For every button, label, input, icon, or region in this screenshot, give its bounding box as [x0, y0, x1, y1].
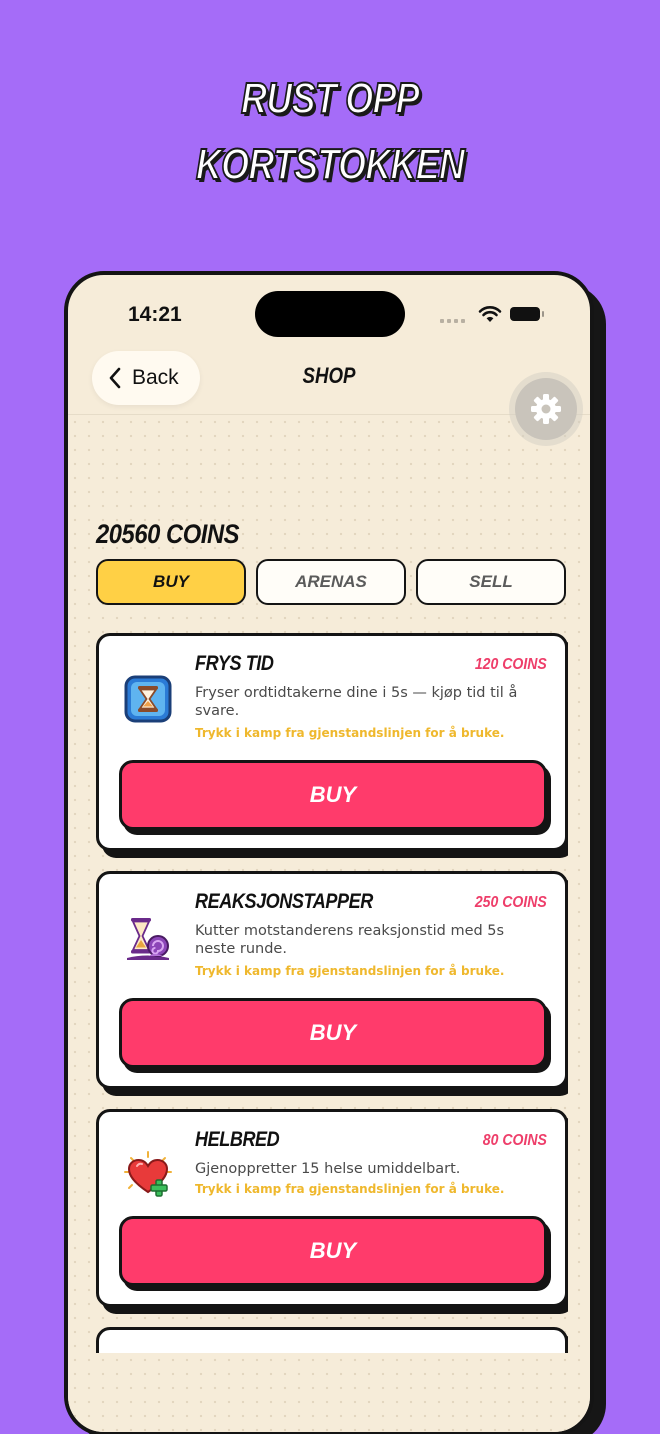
headline-line-1: Rust opp	[240, 73, 420, 124]
item-price: 250 COINS	[475, 894, 547, 911]
item-price: 80 COINS	[482, 1132, 547, 1149]
item-price: 120 COINS	[475, 656, 547, 673]
heart-plus-icon	[124, 1151, 172, 1197]
buy-button[interactable]: Buy	[119, 1216, 547, 1286]
shop-item-card: Helbred 80 COINS Gjenoppretter 15 helse …	[96, 1109, 568, 1307]
dynamic-island	[255, 291, 405, 337]
gear-icon	[531, 394, 561, 424]
tab-sell[interactable]: Sell	[416, 559, 566, 605]
item-hint: Trykk i kamp fra gjenstandslinjen for å …	[195, 1182, 505, 1196]
nav-divider	[68, 414, 590, 415]
battery-icon	[510, 307, 544, 321]
shop-tabs: Buy Arenas Sell	[96, 559, 566, 605]
item-name: Helbred	[195, 1128, 280, 1151]
tab-buy[interactable]: Buy	[96, 559, 246, 605]
hourglass-snail-icon	[127, 918, 169, 960]
item-description: Gjenoppretter 15 helse umiddelbart.	[195, 1161, 461, 1177]
hourglass-freeze-icon	[124, 675, 172, 723]
coins-balance: 20560 COINS	[96, 519, 240, 549]
item-list[interactable]: Frys tid 120 COINS Fryser ordtidtakerne …	[96, 633, 568, 1353]
cellular-signal-icon	[440, 319, 465, 323]
buy-button[interactable]: Buy	[119, 760, 547, 830]
item-hint: Trykk i kamp fra gjenstandslinjen for å …	[195, 726, 505, 740]
shop-item-card-partial	[96, 1327, 568, 1353]
buy-button[interactable]: Buy	[119, 998, 547, 1068]
wifi-icon	[478, 306, 502, 322]
item-name: Reaksjonstapper	[195, 890, 373, 913]
headline: Rust opp kortstokken	[59, 66, 600, 198]
shop-item-card: Reaksjonstapper 250 COINS Kutter motstan…	[96, 871, 568, 1089]
status-time: 14:21	[128, 303, 182, 326]
item-name: Frys tid	[195, 652, 274, 675]
shop-item-card: Frys tid 120 COINS Fryser ordtidtakerne …	[96, 633, 568, 851]
item-description: Fryser ordtidtakerne dine i 5s — kjøp ti…	[195, 685, 518, 719]
tab-arenas[interactable]: Arenas	[256, 559, 406, 605]
phone-frame: 14:21 Back Shop	[64, 271, 594, 1434]
headline-line-2: kortstokken	[195, 139, 466, 190]
settings-button[interactable]	[515, 378, 577, 440]
item-hint: Trykk i kamp fra gjenstandslinjen for å …	[195, 964, 505, 978]
item-description: Kutter motstanderens reaksjonstid med 5s…	[195, 923, 505, 957]
page-title: Shop	[302, 363, 356, 388]
